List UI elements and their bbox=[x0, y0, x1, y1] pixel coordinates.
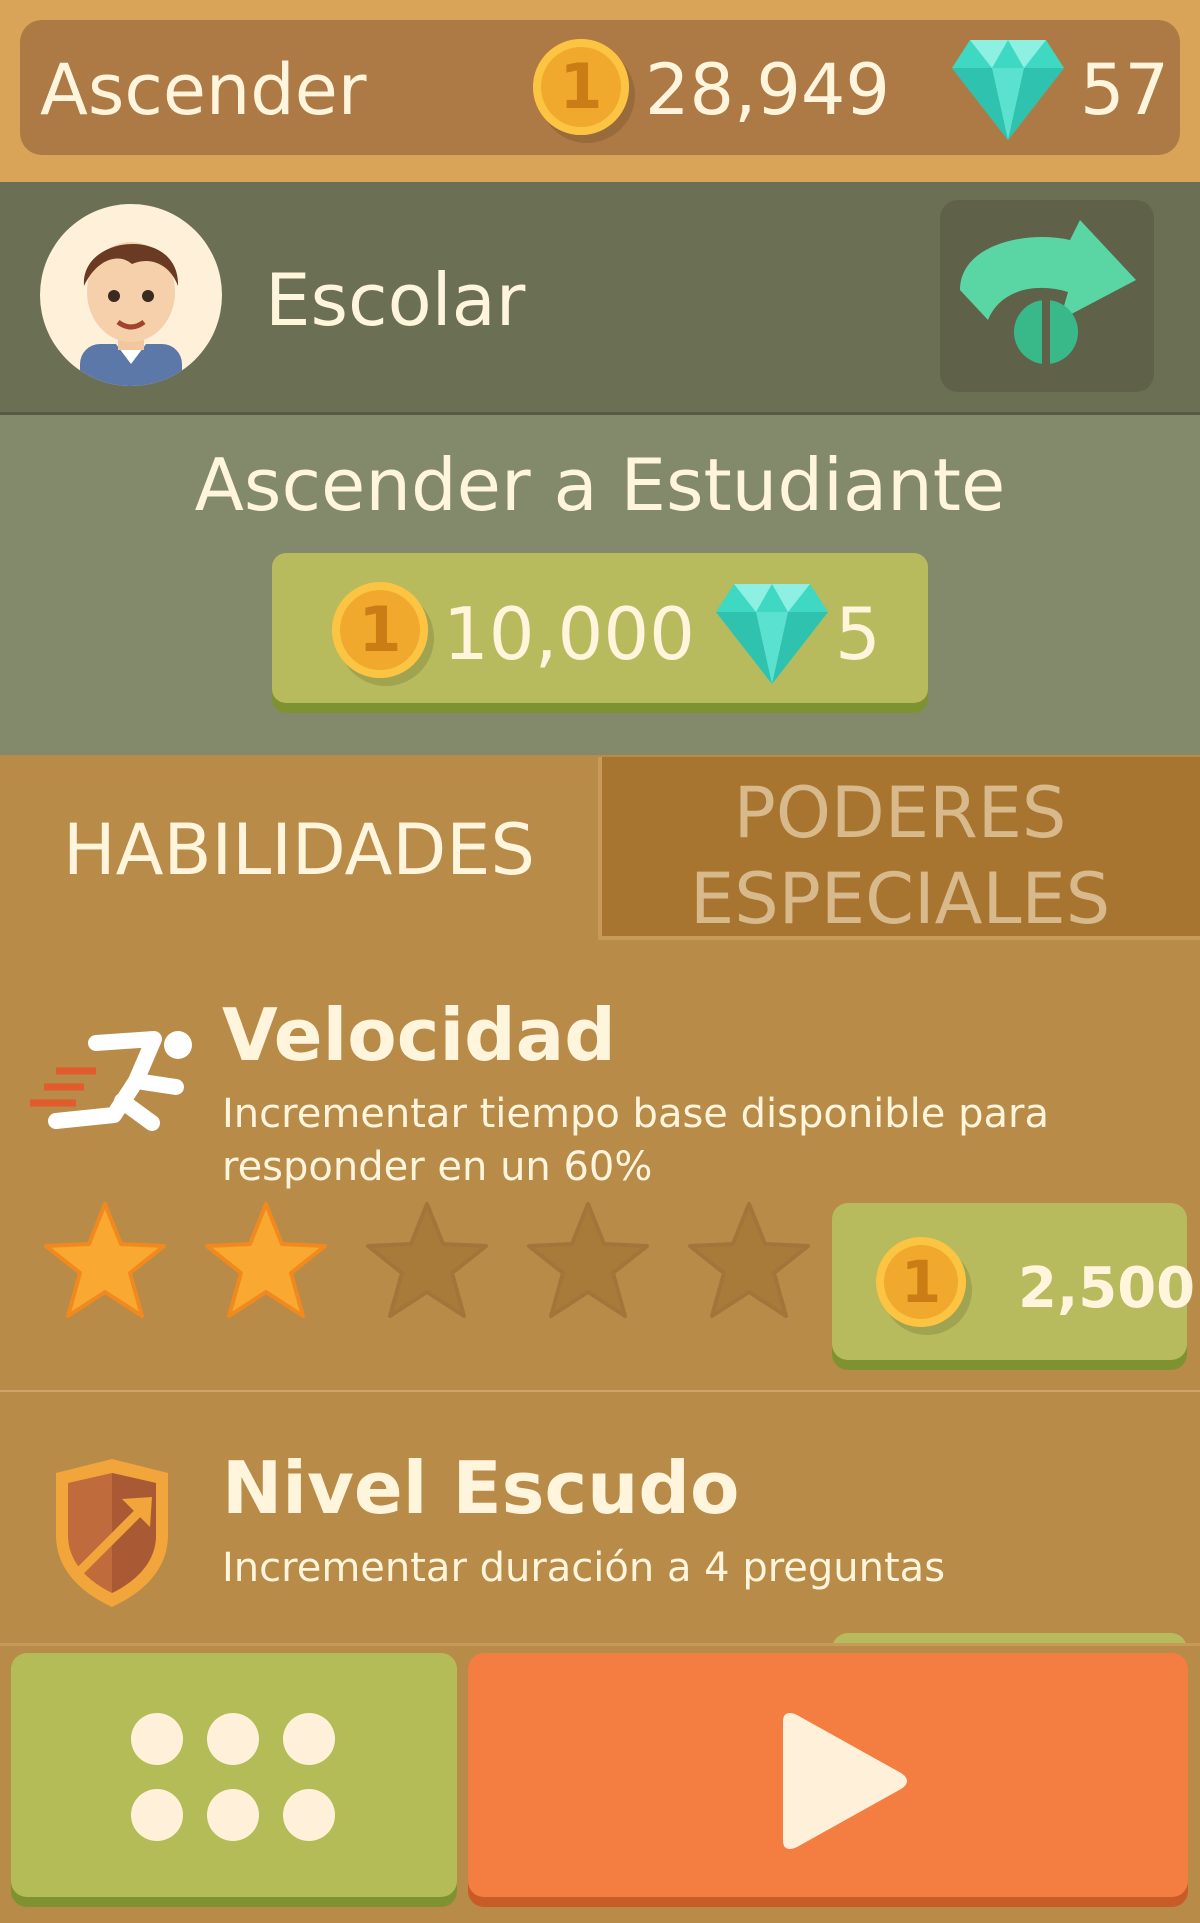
dot bbox=[131, 1713, 183, 1765]
rank-arrow-icon bbox=[960, 220, 1136, 364]
grid-dots-icon bbox=[131, 1713, 341, 1843]
star-filled-icon bbox=[205, 1202, 327, 1318]
dot bbox=[207, 1789, 259, 1841]
coin-glyph: 1 bbox=[358, 593, 402, 666]
shield-icon bbox=[56, 1459, 168, 1607]
rank-name: Escolar bbox=[265, 258, 526, 342]
coin-icon: 1 bbox=[533, 39, 629, 135]
runner-icon bbox=[30, 1031, 192, 1131]
tab-poderes-label: PODERES ESPECIALES bbox=[600, 770, 1200, 942]
skill-desc-velocidad: Incrementar tiempo base disponible para … bbox=[222, 1091, 1049, 1190]
rank-arrow-button[interactable] bbox=[940, 200, 1154, 392]
ascend-gem-cost: 5 bbox=[835, 592, 881, 676]
tab-poderes-text: PODERES ESPECIALES bbox=[690, 772, 1111, 940]
coin-balance: 28,949 bbox=[645, 49, 890, 131]
dot bbox=[283, 1789, 335, 1841]
avatar[interactable] bbox=[40, 204, 222, 386]
star-empty-icon bbox=[366, 1202, 488, 1318]
skill-title-velocidad: Velocidad bbox=[222, 993, 616, 1077]
menu-button[interactable] bbox=[11, 1653, 457, 1897]
star-empty-icon bbox=[527, 1202, 649, 1318]
gem-icon bbox=[952, 40, 1064, 140]
upgrade-price: 2,500 bbox=[1018, 1256, 1196, 1321]
dot bbox=[131, 1789, 183, 1841]
gem-icon bbox=[716, 584, 828, 684]
ascend-coin-cost: 10,000 bbox=[443, 592, 695, 676]
play-button[interactable] bbox=[468, 1653, 1188, 1897]
ascend-title: Ascender a Estudiante bbox=[194, 443, 1006, 527]
tab-habilidades-label: HABILIDADES bbox=[63, 809, 535, 891]
coin-icon: 1 bbox=[332, 582, 428, 678]
coin-glyph: 1 bbox=[900, 1248, 942, 1316]
dot bbox=[283, 1713, 335, 1765]
skill-desc-escudo: Incrementar duración a 4 preguntas bbox=[222, 1545, 946, 1591]
skill-title-escudo: Nivel Escudo bbox=[222, 1446, 740, 1530]
divider bbox=[0, 1390, 1200, 1392]
dot bbox=[207, 1713, 259, 1765]
gem-balance: 57 bbox=[1080, 49, 1170, 131]
page-title: Ascender bbox=[40, 49, 367, 131]
coin-icon: 1 bbox=[876, 1237, 966, 1327]
coin-glyph: 1 bbox=[559, 50, 603, 123]
star-empty-icon bbox=[688, 1202, 810, 1318]
boy-avatar-icon bbox=[80, 242, 182, 386]
star-filled-icon bbox=[44, 1202, 166, 1318]
play-icon bbox=[783, 1713, 907, 1849]
